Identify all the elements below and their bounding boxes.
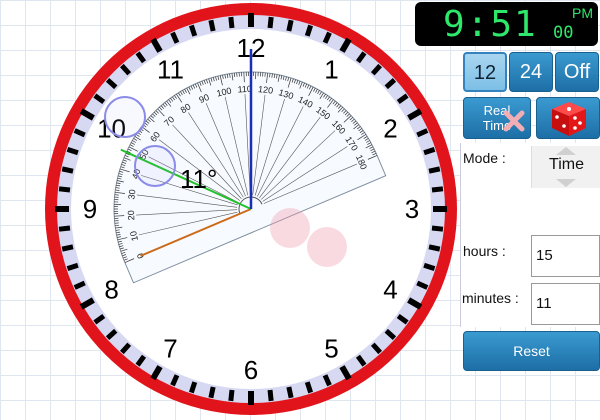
clock-tick xyxy=(66,262,79,272)
hours-input[interactable] xyxy=(531,235,600,277)
digital-time: 9:51 xyxy=(443,4,538,45)
clock-tick xyxy=(423,146,436,156)
clock-tick xyxy=(228,389,235,402)
clock-tick xyxy=(431,186,444,193)
clock-number-5: 5 xyxy=(324,333,338,363)
clock-tick xyxy=(208,19,216,32)
disabled-x-icon xyxy=(503,110,525,132)
clock-number-8: 8 xyxy=(104,275,118,305)
clock-number-4: 4 xyxy=(383,275,397,305)
clock-tick xyxy=(188,381,198,394)
clock-tick xyxy=(423,262,436,272)
digital-seconds: 00 xyxy=(553,23,574,43)
clock-number-2: 2 xyxy=(383,114,397,144)
clock-number-3: 3 xyxy=(405,194,419,224)
mode-selector[interactable]: Time xyxy=(531,146,600,188)
clock-tick xyxy=(267,16,274,29)
protractor-move-handle[interactable] xyxy=(307,227,347,267)
minutes-input[interactable] xyxy=(531,283,600,325)
clock-tick xyxy=(58,225,71,232)
clock-tick xyxy=(286,386,294,399)
mode-label: Mode : xyxy=(463,150,506,166)
mode-value: Time xyxy=(549,156,584,173)
clock-tick xyxy=(228,16,235,29)
random-time-button[interactable] xyxy=(536,97,600,139)
protractor-rotate-handle[interactable] xyxy=(270,208,310,248)
clock-tick xyxy=(66,146,79,156)
protractor-label: 20 xyxy=(126,210,137,221)
format-off-button[interactable]: Off xyxy=(555,52,599,92)
clock-tick xyxy=(267,389,274,402)
drag-handle-pivot[interactable] xyxy=(134,145,176,187)
clock-tick xyxy=(431,225,444,232)
drag-handle-top[interactable] xyxy=(104,96,146,138)
clock-tick xyxy=(58,186,71,193)
clock-number-9: 9 xyxy=(83,194,97,224)
protractor-label: 120 xyxy=(258,84,274,96)
clock-tick xyxy=(188,24,198,37)
format-12-button[interactable]: 12 xyxy=(463,52,507,92)
hours-label: hours : xyxy=(463,243,506,259)
angle-reading: 11° xyxy=(180,164,217,194)
digital-ampm: PM xyxy=(572,5,593,21)
clock-tick xyxy=(428,244,441,252)
clock-number-11: 11 xyxy=(157,55,184,85)
clock-tick xyxy=(61,166,74,174)
minutes-label: minutes : xyxy=(462,290,519,306)
clock-tick xyxy=(304,381,314,394)
reset-button[interactable]: Reset xyxy=(463,331,600,371)
clock-tick xyxy=(208,386,216,399)
clock-tick xyxy=(286,19,294,32)
digital-clock: 9:51 00 PM xyxy=(415,2,598,46)
analog-clock: 121234567891011 010203040506070809010011… xyxy=(45,3,457,415)
clock-tick xyxy=(61,244,74,252)
dice-icon xyxy=(552,102,586,136)
chevron-down-icon xyxy=(556,179,576,187)
clock-tick xyxy=(428,166,441,174)
protractor-label: 30 xyxy=(126,189,137,200)
chevron-up-icon xyxy=(556,147,576,155)
format-24-button[interactable]: 24 xyxy=(509,52,553,92)
clock-tick xyxy=(304,24,314,37)
clock-number-1: 1 xyxy=(324,55,338,85)
clock-number-6: 6 xyxy=(244,355,258,385)
clock-number-7: 7 xyxy=(163,333,177,363)
real-time-button[interactable]: Real Time xyxy=(463,97,531,139)
